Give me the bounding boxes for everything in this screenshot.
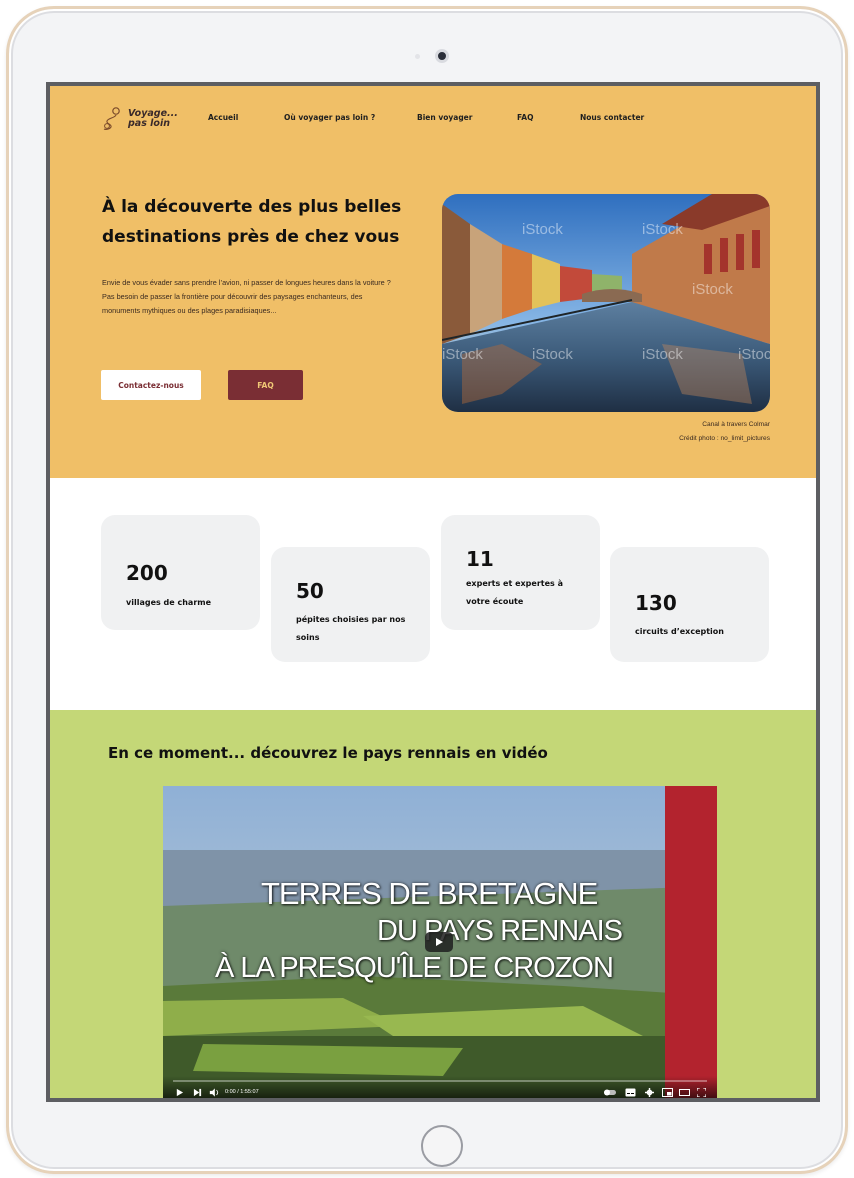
stat-card-circuits: 130 circuits d’exception xyxy=(610,547,769,662)
play-icon[interactable] xyxy=(175,1088,184,1097)
video-player[interactable]: TERRES DE BRETAGNE DU PAYS RENNAIS À LA … xyxy=(163,786,717,1098)
site-logo[interactable]: Voyage... pas loin xyxy=(102,106,178,132)
stat-label: experts et expertes à votre écoute xyxy=(466,579,563,606)
stat-card-villages: 200 villages de charme xyxy=(101,515,260,630)
video-title-line-2: DU PAYS RENNAIS xyxy=(377,915,623,947)
watermark-2: iStock xyxy=(642,221,683,238)
stat-number: 130 xyxy=(635,591,677,615)
autoplay-toggle-icon[interactable] xyxy=(603,1088,617,1097)
pin-path-icon xyxy=(103,107,120,130)
stat-number: 50 xyxy=(296,579,324,603)
video-time: 0:00 / 1:55:07 xyxy=(225,1089,259,1095)
fullscreen-icon[interactable] xyxy=(697,1088,706,1097)
stat-label: circuits d’exception xyxy=(635,627,724,636)
photo-caption: Canal à travers Colmar xyxy=(702,421,770,428)
video-controls: 0:00 / 1:55:07 xyxy=(163,1076,717,1098)
nav-item-accueil[interactable]: Accueil xyxy=(208,113,238,122)
nav-item-faq[interactable]: FAQ xyxy=(517,113,533,122)
stat-card-pepites: 50 pépites choisies par nos soins xyxy=(271,547,430,662)
stat-card-experts: 11 experts et expertes à votre écoute xyxy=(441,515,600,630)
video-title-line-1: TERRES DE BRETAGNE xyxy=(261,876,598,911)
video-progress-bar[interactable] xyxy=(173,1080,707,1082)
stat-number: 200 xyxy=(126,561,168,585)
hero-section: Voyage... pas loin Accueil Où voyager pa… xyxy=(50,86,816,478)
subtitles-icon[interactable] xyxy=(625,1088,636,1097)
nav-item-contact[interactable]: Nous contacter xyxy=(580,113,644,122)
video-section-title: En ce moment... découvrez le pays rennai… xyxy=(108,744,548,762)
stats-section: 200 villages de charme 50 pépites choisi… xyxy=(50,478,816,710)
stat-label: villages de charme xyxy=(126,598,212,607)
play-icon xyxy=(436,938,443,946)
miniplayer-icon[interactable] xyxy=(662,1088,673,1097)
hero-photo-colmar: iStock iStock iStock iStock iStock iStoc… xyxy=(442,194,770,412)
photo-credit: Crédit photo : no_limit_pictures xyxy=(679,435,770,442)
watermark-7: iStock xyxy=(738,346,770,363)
nav-item-bien-voyager[interactable]: Bien voyager xyxy=(417,113,472,122)
watermark-3: iStock xyxy=(692,281,733,298)
logo-text: Voyage... pas loin xyxy=(128,109,178,129)
video-title-line-3: À LA PRESQU'ÎLE DE CROZON xyxy=(215,952,614,984)
nav-item-destinations[interactable]: Où voyager pas loin ? xyxy=(284,113,375,122)
front-camera xyxy=(435,49,449,63)
watermark-6: iStock xyxy=(642,346,683,363)
watermark-4: iStock xyxy=(442,346,483,363)
sensor-dot xyxy=(415,54,420,59)
next-icon[interactable] xyxy=(193,1088,202,1097)
video-section: En ce moment... découvrez le pays rennai… xyxy=(50,710,816,1098)
stat-label: pépites choisies par nos soins xyxy=(296,615,406,642)
watermark-5: iStock xyxy=(532,346,573,363)
hero-title: À la découverte des plus belles destinat… xyxy=(102,197,402,247)
contact-button[interactable]: Contactez-nous xyxy=(101,370,201,400)
tablet-screen: Voyage... pas loin Accueil Où voyager pa… xyxy=(46,82,820,1102)
home-button[interactable] xyxy=(421,1125,463,1167)
watermark-1: iStock xyxy=(522,221,563,238)
theater-mode-icon[interactable] xyxy=(679,1088,690,1097)
volume-icon[interactable] xyxy=(209,1088,219,1097)
faq-button[interactable]: FAQ xyxy=(228,370,303,400)
logo-line-2: pas loin xyxy=(128,118,170,129)
hero-description: Envie de vous évader sans prendre l’avio… xyxy=(102,278,391,315)
stat-number: 11 xyxy=(466,547,494,571)
big-play-button[interactable] xyxy=(425,932,453,952)
settings-gear-icon[interactable] xyxy=(645,1088,654,1097)
